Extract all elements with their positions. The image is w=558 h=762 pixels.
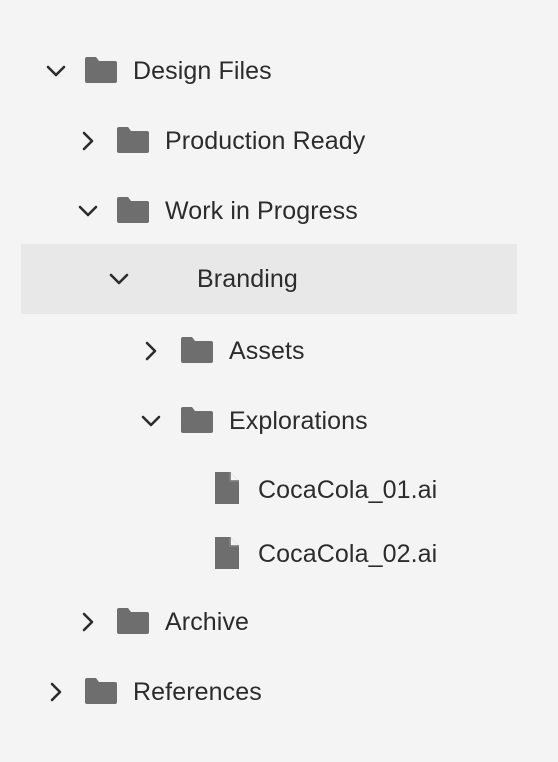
chevron-right-icon[interactable] (75, 128, 101, 154)
folder-icon (116, 196, 150, 224)
tree-item-label: Production Ready (165, 127, 366, 155)
tree-item-production-ready[interactable]: Production Ready (21, 106, 517, 176)
tree-item-label: References (133, 678, 262, 706)
chevron-down-icon[interactable] (75, 198, 101, 224)
file-icon (214, 471, 240, 505)
tree-item-label: Branding (197, 265, 298, 293)
chevron-right-icon[interactable] (138, 338, 164, 364)
chevron-right-icon[interactable] (43, 679, 69, 705)
tree-item-label: CocaCola_02.ai (258, 540, 438, 568)
folder-icon (84, 677, 118, 705)
tree-item-label: CocaCola_01.ai (258, 476, 438, 504)
tree-item-branding[interactable]: Branding (21, 244, 517, 314)
folder-icon (116, 126, 150, 154)
tree-item-references[interactable]: References (21, 657, 517, 727)
tree-item-work-in-progress[interactable]: Work in Progress (21, 176, 517, 246)
folder-icon (180, 406, 214, 434)
tree-item-label: Work in Progress (165, 197, 358, 225)
tree-item-archive[interactable]: Archive (21, 587, 517, 657)
folder-icon (116, 607, 150, 635)
tree-item-cocacola-02[interactable]: CocaCola_02.ai (21, 519, 517, 589)
chevron-down-icon[interactable] (106, 266, 132, 292)
tree-item-label: Assets (229, 337, 305, 365)
tree-item-design-files[interactable]: Design Files (21, 36, 517, 106)
chevron-right-icon[interactable] (75, 609, 101, 635)
folder-icon (180, 336, 214, 364)
folder-icon (84, 56, 118, 84)
tree-item-assets[interactable]: Assets (21, 316, 517, 386)
tree-item-explorations[interactable]: Explorations (21, 386, 517, 456)
file-icon (214, 536, 240, 570)
tree-item-label: Design Files (133, 57, 272, 85)
chevron-down-icon[interactable] (43, 58, 69, 84)
tree-item-label: Explorations (229, 407, 368, 435)
chevron-down-icon[interactable] (138, 408, 164, 434)
tree-item-label: Archive (165, 608, 250, 636)
tree-item-cocacola-01[interactable]: CocaCola_01.ai (21, 455, 517, 525)
file-tree: Design Files Production Ready Work in Pr… (0, 0, 558, 762)
